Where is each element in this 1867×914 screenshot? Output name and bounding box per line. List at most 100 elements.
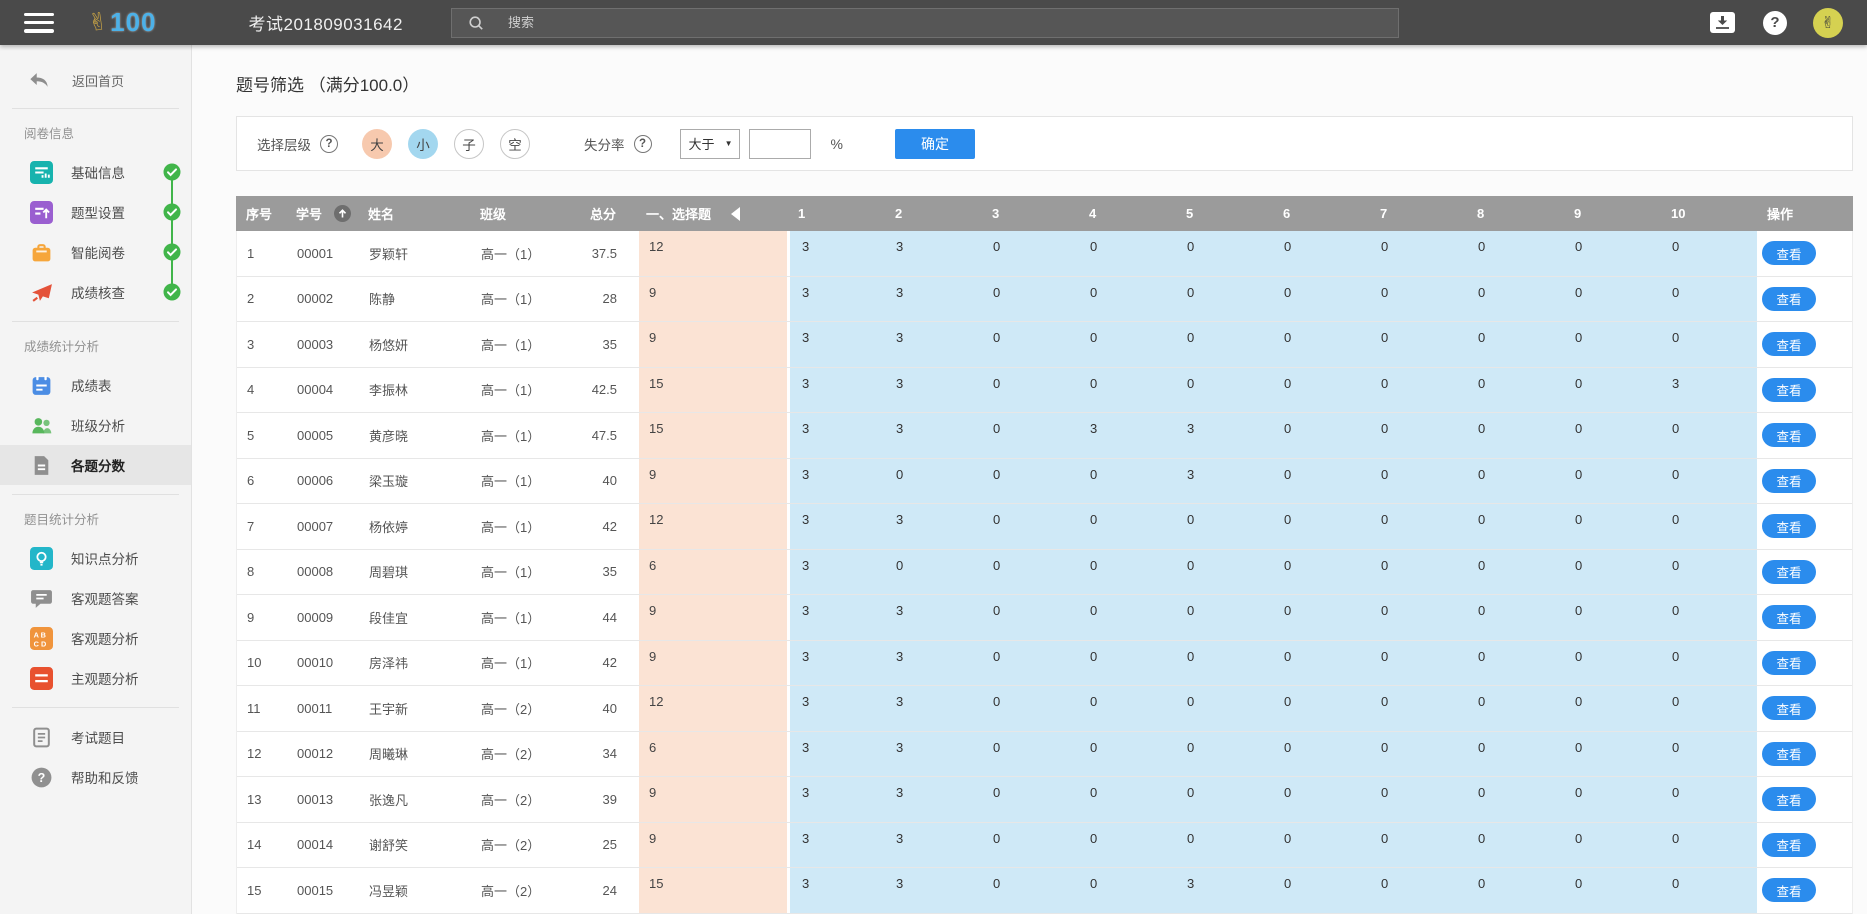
help-icon[interactable]: ? <box>1763 11 1787 35</box>
sidebar-item-question-type[interactable]: 题型设置 <box>0 192 191 232</box>
confirm-button[interactable]: 确定 <box>895 129 975 159</box>
comparator-select[interactable]: 大于 ▼ <box>680 129 740 159</box>
cell-question-score: 0 <box>1078 322 1175 367</box>
cell-name: 李振林 <box>361 368 473 413</box>
sidebar-item-subjective-analysis[interactable]: 主观题分析 <box>0 658 191 698</box>
sort-ascending-icon[interactable] <box>334 205 351 222</box>
view-button[interactable]: 查看 <box>1762 605 1816 629</box>
view-button[interactable]: 查看 <box>1762 560 1816 584</box>
cell-seq: 14 <box>237 823 289 868</box>
cell-question-score: 3 <box>1078 413 1175 458</box>
cell-total: 42 <box>581 504 639 549</box>
cell-question-score: 0 <box>1175 322 1272 367</box>
download-tray-icon[interactable] <box>1710 12 1735 33</box>
view-button[interactable]: 查看 <box>1762 833 1816 857</box>
loss-rate-help-icon[interactable]: ? <box>634 135 652 153</box>
sidebar-item-exam-questions[interactable]: 考试题目 <box>0 717 191 757</box>
page-title: 题号筛选 （满分100.0） <box>236 71 1853 96</box>
level-option-blank[interactable]: 空 <box>500 129 530 159</box>
header-student-id-label: 学号 <box>296 204 322 223</box>
sidebar-item-label: 智能阅卷 <box>71 242 125 262</box>
view-button[interactable]: 查看 <box>1762 469 1816 493</box>
view-button[interactable]: 查看 <box>1762 287 1816 311</box>
view-button[interactable]: 查看 <box>1762 696 1816 720</box>
view-button[interactable]: 查看 <box>1762 423 1816 447</box>
table-header-row: 序号 学号 姓名 班级 总分 一、选择题 12345678910操作 <box>236 196 1853 231</box>
sidebar-item-objective-answers[interactable]: 客观题答案 <box>0 578 191 618</box>
sidebar-item-class-analysis[interactable]: 班级分析 <box>0 405 191 445</box>
collapse-section-icon[interactable] <box>731 207 740 221</box>
cell-student-id: 00010 <box>289 641 361 686</box>
level-help-icon[interactable]: ? <box>320 135 338 153</box>
level-filter-label: 选择层级 <box>257 134 311 154</box>
cell-question-score: 0 <box>1175 686 1272 731</box>
percent-sign: % <box>831 136 843 152</box>
view-button[interactable]: 查看 <box>1762 332 1816 356</box>
cell-student-id: 00003 <box>289 322 361 367</box>
search-input[interactable] <box>508 15 1308 30</box>
cell-name: 罗颖轩 <box>361 231 473 276</box>
sidebar-item-basic-info[interactable]: 基础信息 <box>0 152 191 192</box>
sidebar-item-help-feedback[interactable]: ? 帮助和反馈 <box>0 757 191 797</box>
cell-seq: 15 <box>237 868 289 913</box>
sidebar-item-objective-analysis[interactable]: A BC D 客观题分析 <box>0 618 191 658</box>
level-option-sub[interactable]: 子 <box>454 129 484 159</box>
sidebar-item-per-question-scores[interactable]: 各题分数 <box>0 445 191 485</box>
avatar[interactable]: ✌ <box>1813 8 1843 38</box>
cell-student-id: 00004 <box>289 368 361 413</box>
view-button[interactable]: 查看 <box>1762 514 1816 538</box>
cell-question-score: 0 <box>1660 231 1757 276</box>
back-to-home[interactable]: 返回首页 <box>0 61 191 99</box>
sidebar-item-score-check[interactable]: 成绩核查 <box>0 272 191 312</box>
table-row: 3 00003 杨悠妍 高一（1） 35 9 3300000000 查看 <box>237 322 1852 368</box>
cell-section-score: 12 <box>639 231 787 276</box>
cell-name: 谢舒笑 <box>361 823 473 868</box>
cell-question-score: 0 <box>1272 777 1369 822</box>
cell-question-score: 0 <box>1369 686 1466 731</box>
cell-seq: 8 <box>237 550 289 595</box>
header-question-7: 7 <box>1368 206 1465 221</box>
cell-question-score: 0 <box>1369 732 1466 777</box>
view-button[interactable]: 查看 <box>1762 378 1816 402</box>
view-button[interactable]: 查看 <box>1762 787 1816 811</box>
app-logo[interactable]: ✌ 100 <box>88 7 157 38</box>
cell-action: 查看 <box>1757 368 1854 413</box>
loss-rate-input[interactable] <box>749 129 811 159</box>
cell-question-score: 0 <box>1369 595 1466 640</box>
level-option-big[interactable]: 大 <box>362 129 392 159</box>
cell-question-score: 0 <box>1563 641 1660 686</box>
sidebar-item-score-table[interactable]: 成绩表 <box>0 365 191 405</box>
cell-question-score: 0 <box>1175 504 1272 549</box>
cell-question-score: 0 <box>1563 504 1660 549</box>
sidebar-item-label: 题型设置 <box>71 202 125 222</box>
cell-class: 高一（1） <box>473 595 581 640</box>
cell-question-score: 0 <box>981 504 1078 549</box>
header-question-10: 10 <box>1659 206 1756 221</box>
view-button[interactable]: 查看 <box>1762 742 1816 766</box>
view-button[interactable]: 查看 <box>1762 878 1816 902</box>
cell-question-score: 0 <box>1272 641 1369 686</box>
cell-question-score: 0 <box>1272 686 1369 731</box>
cell-name: 王宇新 <box>361 686 473 731</box>
cell-question-score: 0 <box>981 322 1078 367</box>
knowledge-point-icon <box>30 547 53 570</box>
sidebar-item-label: 班级分析 <box>71 415 125 435</box>
cell-question-score: 0 <box>1466 732 1563 777</box>
table-row: 15 00015 冯昱颖 高一（2） 24 15 3300300000 查看 <box>237 868 1852 914</box>
cell-question-score: 0 <box>1466 413 1563 458</box>
level-option-small[interactable]: 小 <box>408 129 438 159</box>
header-section: 一、选择题 <box>638 204 786 223</box>
cell-question-score: 0 <box>1466 777 1563 822</box>
search-box[interactable] <box>451 8 1399 38</box>
cell-seq: 2 <box>237 277 289 322</box>
cell-question-score: 3 <box>884 686 981 731</box>
sidebar-item-smart-marking[interactable]: 智能阅卷 <box>0 232 191 272</box>
cell-question-score: 3 <box>884 732 981 777</box>
hamburger-menu-icon[interactable] <box>24 13 54 33</box>
sidebar-item-knowledge-point[interactable]: 知识点分析 <box>0 538 191 578</box>
view-button[interactable]: 查看 <box>1762 241 1816 265</box>
cell-question-score: 0 <box>1078 504 1175 549</box>
cell-question-score: 0 <box>1466 504 1563 549</box>
view-button[interactable]: 查看 <box>1762 651 1816 675</box>
svg-text:C D: C D <box>34 639 47 648</box>
